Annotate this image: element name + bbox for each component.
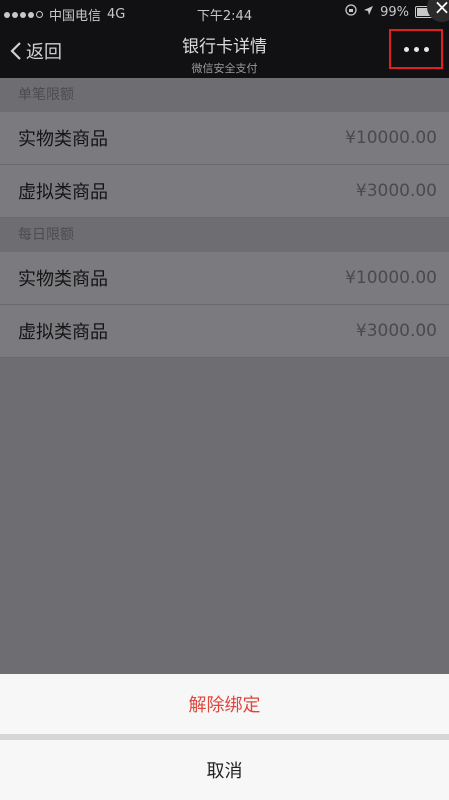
action-sheet: 解除绑定 取消 (0, 674, 449, 800)
page-title: 银行卡详情 (182, 37, 267, 57)
row-label: 虚拟类商品 (18, 322, 108, 343)
section-header: 每日限额 (0, 218, 449, 252)
nav-bar: 返回 银行卡详情 微信安全支付 (0, 26, 449, 78)
battery-label: 99% (380, 4, 409, 20)
limit-row: 实物类商品 ¥10000.00 (0, 252, 449, 305)
status-right: 99% (345, 4, 439, 20)
row-label: 实物类商品 (18, 269, 108, 290)
row-label: 虚拟类商品 (18, 182, 108, 203)
lock-rotation-icon (345, 4, 357, 20)
limits-content: 单笔限额 实物类商品 ¥10000.00 虚拟类商品 ¥3000.00 每日限额… (0, 78, 449, 358)
limit-row: 虚拟类商品 ¥3000.00 (0, 165, 449, 218)
limit-row: 虚拟类商品 ¥3000.00 (0, 305, 449, 358)
location-icon (363, 5, 374, 20)
more-button[interactable] (389, 29, 443, 69)
row-amount: ¥3000.00 (355, 321, 437, 341)
cancel-button[interactable]: 取消 (0, 740, 449, 800)
limit-row: 实物类商品 ¥10000.00 (0, 112, 449, 165)
daily-limit-section: 每日限额 实物类商品 ¥10000.00 虚拟类商品 ¥3000.00 (0, 218, 449, 358)
unbind-button[interactable]: 解除绑定 (0, 674, 449, 734)
section-header: 单笔限额 (0, 78, 449, 112)
nav-title-group: 银行卡详情 微信安全支付 (0, 32, 449, 76)
more-dots-icon (403, 46, 409, 52)
single-limit-section: 单笔限额 实物类商品 ¥10000.00 虚拟类商品 ¥3000.00 (0, 78, 449, 218)
status-bar: 中国电信 4G 下午2:44 99% × (0, 0, 449, 26)
row-amount: ¥3000.00 (355, 181, 437, 201)
row-amount: ¥10000.00 (345, 268, 437, 288)
row-label: 实物类商品 (18, 129, 108, 150)
row-amount: ¥10000.00 (345, 128, 437, 148)
page-subtitle: 微信安全支付 (191, 62, 258, 75)
